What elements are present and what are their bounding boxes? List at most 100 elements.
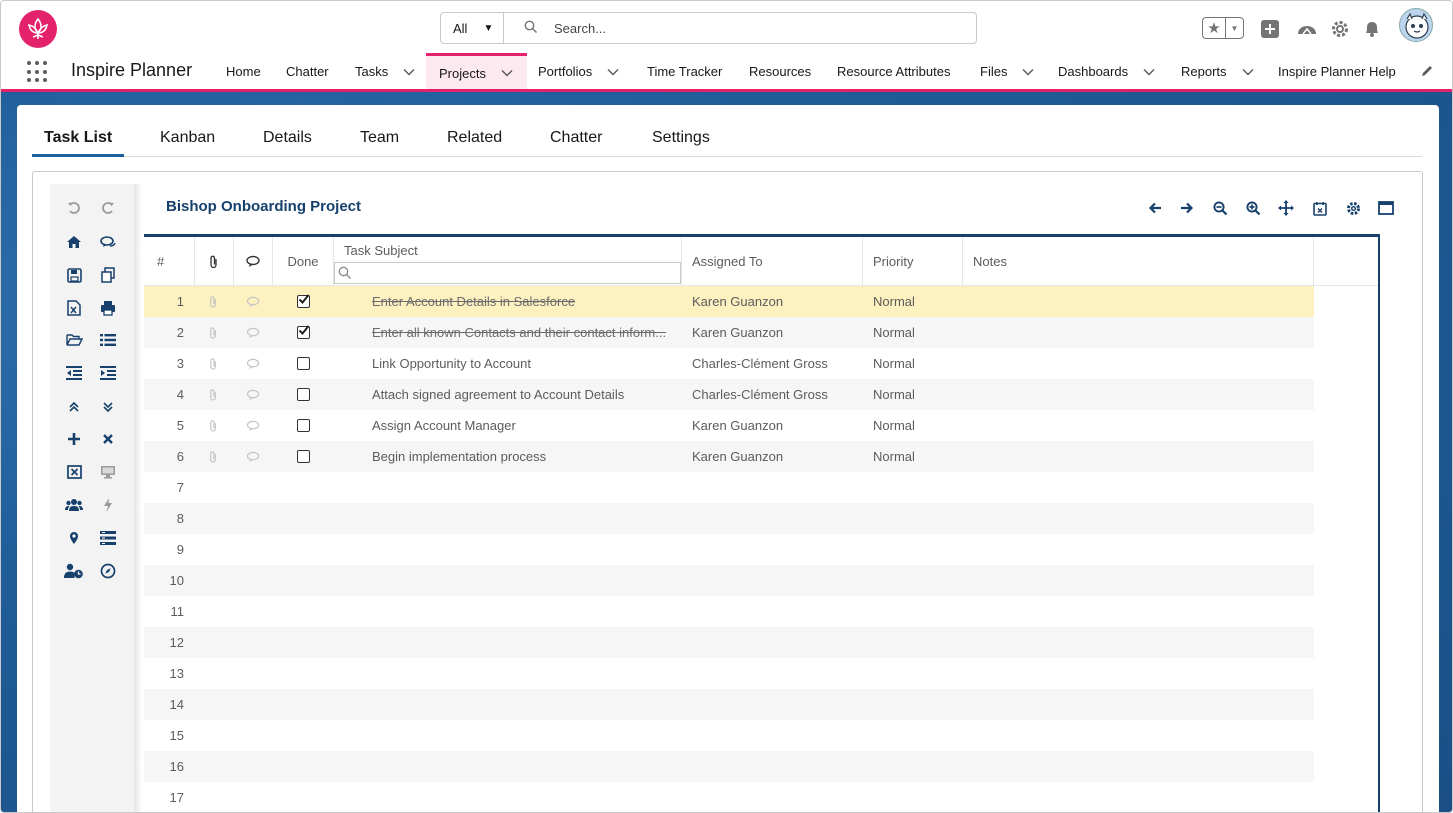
task-assignee[interactable]: Karen Guanzon bbox=[692, 410, 783, 441]
done-checkbox[interactable] bbox=[297, 294, 310, 308]
chevron-down-icon[interactable] bbox=[1021, 65, 1035, 79]
task-priority[interactable]: Normal bbox=[873, 348, 915, 379]
chevron-down-icon[interactable] bbox=[1241, 65, 1255, 79]
empty-row[interactable]: 14 bbox=[144, 689, 1314, 720]
task-priority[interactable]: Normal bbox=[873, 317, 915, 348]
comment-icon[interactable] bbox=[246, 379, 261, 410]
done-checkbox[interactable] bbox=[297, 419, 310, 432]
task-subject[interactable]: Begin implementation process bbox=[372, 441, 546, 472]
task-row[interactable]: 5 Assign Account Manager Karen Guanzon Norm… bbox=[144, 410, 1314, 441]
save-icon[interactable] bbox=[64, 265, 84, 285]
fit-move-icon[interactable] bbox=[1277, 199, 1295, 217]
task-row[interactable]: 6 Begin implementation process Karen Guanz… bbox=[144, 441, 1314, 472]
tab-task-list[interactable]: Task List bbox=[44, 129, 112, 147]
nav-item-resources[interactable]: Resources bbox=[749, 53, 811, 90]
nav-item-time-tracker[interactable]: Time Tracker bbox=[647, 53, 722, 90]
attachment-icon[interactable] bbox=[209, 317, 218, 348]
arrow-left-icon[interactable] bbox=[1146, 199, 1164, 217]
attachment-icon[interactable] bbox=[209, 379, 218, 410]
empty-row[interactable]: 7 bbox=[144, 472, 1314, 503]
team-users-icon[interactable] bbox=[64, 495, 84, 515]
collapse-all-icon[interactable] bbox=[64, 397, 84, 417]
excel-export-icon[interactable] bbox=[64, 298, 84, 318]
trailhead-icon[interactable] bbox=[1296, 18, 1318, 40]
col-attachment-header[interactable] bbox=[195, 237, 234, 286]
delete-task-icon[interactable] bbox=[98, 429, 118, 449]
nav-item-inspire-planner-help[interactable]: Inspire Planner Help bbox=[1278, 53, 1396, 90]
empty-row[interactable]: 9 bbox=[144, 534, 1314, 565]
task-assignee[interactable]: Karen Guanzon bbox=[692, 317, 783, 348]
tab-team[interactable]: Team bbox=[360, 129, 399, 147]
task-row[interactable]: 1 Enter Account Details in Salesforce Kare… bbox=[144, 286, 1314, 317]
task-priority[interactable]: Normal bbox=[873, 379, 915, 410]
undo-icon[interactable] bbox=[64, 198, 84, 218]
search-scope-select[interactable]: All ▼ bbox=[441, 13, 504, 43]
notifications-bell-icon[interactable] bbox=[1361, 18, 1383, 40]
tab-details[interactable]: Details bbox=[263, 129, 312, 147]
favorites-dropdown-icon[interactable]: ▼ bbox=[1226, 18, 1243, 38]
task-subject[interactable]: Enter all known Contacts and their conta… bbox=[372, 317, 666, 348]
nav-item-resource-attributes[interactable]: Resource Attributes bbox=[837, 53, 950, 90]
compass-icon[interactable] bbox=[98, 561, 118, 581]
chevron-down-icon[interactable] bbox=[606, 65, 620, 79]
comment-icon[interactable] bbox=[246, 441, 261, 472]
user-clock-icon[interactable] bbox=[64, 561, 84, 581]
tab-chatter[interactable]: Chatter bbox=[550, 129, 602, 147]
grid-splitter[interactable] bbox=[1378, 234, 1380, 812]
done-checkbox[interactable] bbox=[297, 357, 310, 370]
lotus-logo-icon[interactable] bbox=[19, 10, 57, 48]
zoom-in-icon[interactable] bbox=[1244, 199, 1262, 217]
map-pin-icon[interactable] bbox=[64, 528, 84, 548]
app-launcher-icon[interactable] bbox=[27, 61, 49, 83]
layers-list-icon[interactable] bbox=[98, 528, 118, 548]
task-assignee[interactable]: Charles-Clément Gross bbox=[692, 379, 828, 410]
favorites-button[interactable]: ★ ▼ bbox=[1202, 17, 1244, 39]
nav-item-home[interactable]: Home bbox=[226, 53, 261, 90]
print-icon[interactable] bbox=[98, 298, 118, 318]
tab-kanban[interactable]: Kanban bbox=[160, 129, 215, 147]
comment-icon[interactable] bbox=[246, 317, 261, 348]
clear-box-icon[interactable] bbox=[64, 462, 84, 482]
comment-icon[interactable] bbox=[246, 286, 261, 317]
star-icon[interactable]: ★ bbox=[1203, 18, 1226, 38]
col-priority-header[interactable]: Priority bbox=[863, 237, 963, 286]
chevron-down-icon[interactable] bbox=[500, 66, 514, 80]
comments-icon[interactable] bbox=[98, 232, 118, 252]
col-notes-header[interactable]: Notes bbox=[963, 237, 1314, 286]
empty-row[interactable]: 12 bbox=[144, 627, 1314, 658]
task-subject[interactable]: Link Opportunity to Account bbox=[372, 348, 531, 379]
search-input[interactable] bbox=[554, 20, 934, 36]
expand-all-icon[interactable] bbox=[98, 397, 118, 417]
comment-icon[interactable] bbox=[246, 348, 261, 379]
user-avatar[interactable] bbox=[1399, 8, 1433, 42]
attachment-icon[interactable] bbox=[209, 348, 218, 379]
task-priority[interactable]: Normal bbox=[873, 286, 915, 317]
task-subject[interactable]: Enter Account Details in Salesforce bbox=[372, 286, 575, 317]
redo-icon[interactable] bbox=[98, 198, 118, 218]
task-subject[interactable]: Attach signed agreement to Account Detai… bbox=[372, 379, 624, 410]
done-checkbox[interactable] bbox=[297, 450, 310, 463]
task-subject[interactable]: Assign Account Manager bbox=[372, 410, 516, 441]
empty-row[interactable]: 15 bbox=[144, 720, 1314, 751]
chevron-down-icon[interactable] bbox=[402, 65, 416, 79]
empty-row[interactable]: 11 bbox=[144, 596, 1314, 627]
col-number-header[interactable]: # bbox=[144, 237, 195, 286]
monitor-icon[interactable] bbox=[98, 462, 118, 482]
attachment-icon[interactable] bbox=[209, 410, 218, 441]
col-done-header[interactable]: Done bbox=[273, 237, 334, 286]
empty-row[interactable]: 13 bbox=[144, 658, 1314, 689]
tab-settings[interactable]: Settings bbox=[652, 129, 710, 147]
nav-item-tasks[interactable]: Tasks bbox=[355, 53, 416, 90]
outdent-icon[interactable] bbox=[64, 363, 84, 383]
home-icon[interactable] bbox=[64, 232, 84, 252]
arrow-right-icon[interactable] bbox=[1178, 199, 1196, 217]
task-priority[interactable]: Normal bbox=[873, 441, 915, 472]
nav-item-reports[interactable]: Reports bbox=[1181, 53, 1255, 90]
calendar-icon[interactable] bbox=[1311, 199, 1329, 217]
done-checkbox[interactable] bbox=[297, 325, 310, 339]
task-assignee[interactable]: Karen Guanzon bbox=[692, 441, 783, 472]
copy-icon[interactable] bbox=[98, 265, 118, 285]
attachment-icon[interactable] bbox=[209, 441, 218, 472]
col-comments-header[interactable] bbox=[234, 237, 273, 286]
task-priority[interactable]: Normal bbox=[873, 410, 915, 441]
